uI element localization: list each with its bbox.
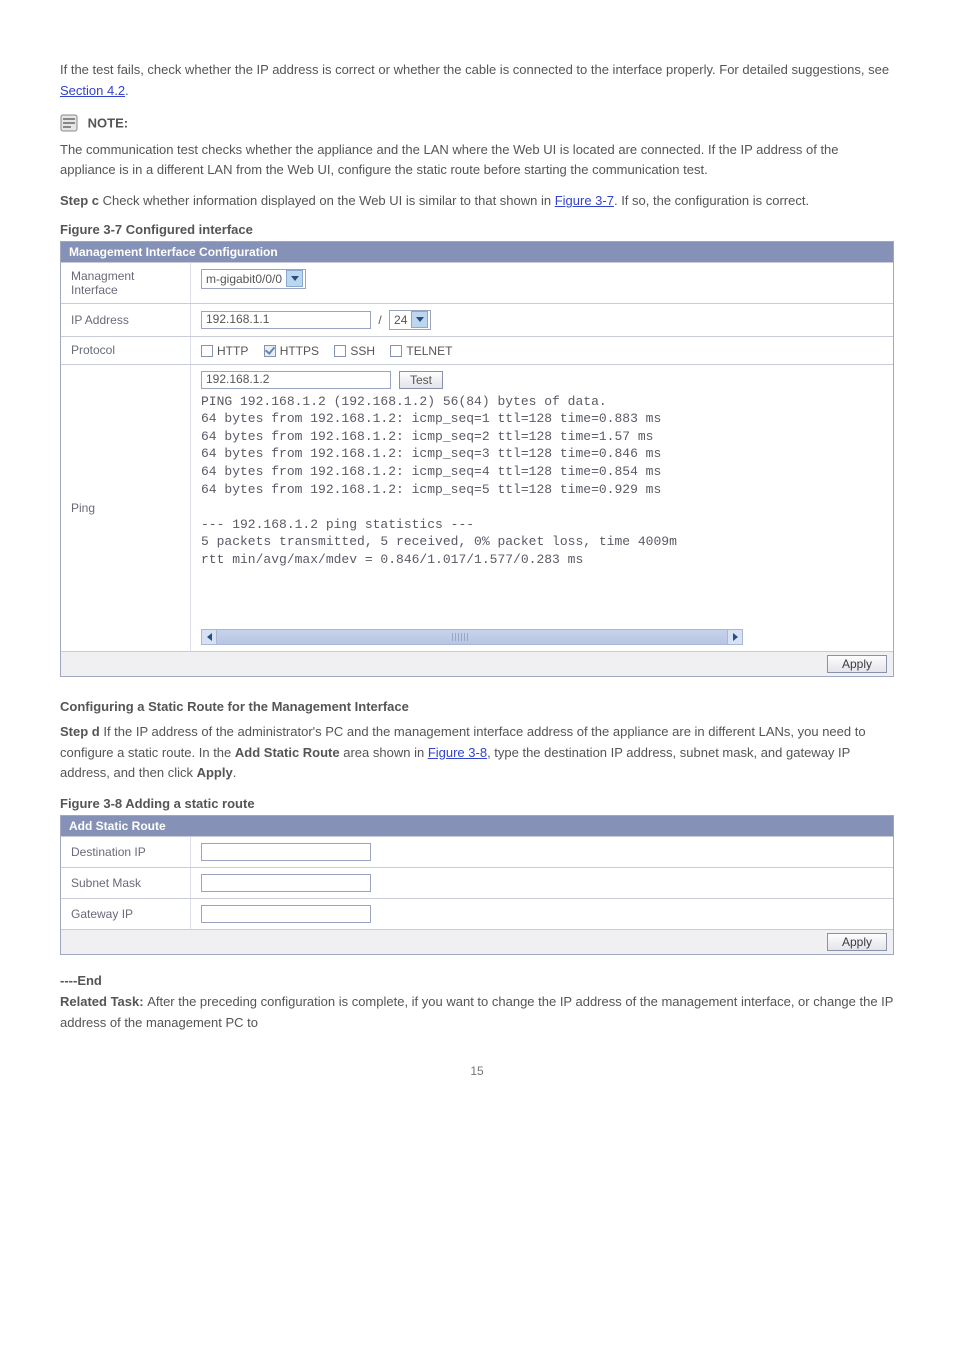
protocol-https[interactable]: HTTPS (264, 344, 319, 358)
link-figure-3-7[interactable]: Figure 3-7 (555, 193, 614, 208)
checkbox-icon (201, 345, 213, 357)
end-marker: ----End (60, 973, 894, 988)
static-route-apply-button[interactable]: Apply (827, 933, 887, 951)
bold-add-static-route: Add Static Route (235, 745, 340, 760)
ip-address-input[interactable]: 192.168.1.1 (201, 311, 371, 329)
static-route-title: Add Static Route (61, 816, 893, 836)
protocol-ssh[interactable]: SSH (334, 344, 375, 358)
ping-output: PING 192.168.1.2 (192.168.1.2) 56(84) by… (201, 393, 739, 623)
label-ip-address: IP Address (61, 304, 191, 336)
figure-3-7-caption: Figure 3-7 Configured interface (60, 222, 894, 237)
step-c: Step c Check whether information display… (60, 191, 894, 212)
horizontal-scrollbar[interactable] (201, 629, 743, 645)
step-d: Step d If the IP address of the administ… (60, 722, 894, 784)
checkbox-checked-icon (264, 345, 276, 357)
label-subnet-mask: Subnet Mask (61, 868, 191, 898)
label-gateway-ip: Gateway IP (61, 899, 191, 929)
note-block: NOTE: (60, 114, 894, 132)
mgmt-interface-panel: Management Interface Configuration Manag… (60, 241, 894, 677)
chevron-down-icon (286, 270, 303, 287)
mgmt-apply-button[interactable]: Apply (827, 655, 887, 673)
ping-ip-input[interactable]: 192.168.1.2 (201, 371, 391, 389)
mask-select[interactable]: 24 (389, 310, 431, 330)
destination-ip-input[interactable] (201, 843, 371, 861)
related-task: Related Task: After the preceding config… (60, 992, 894, 1034)
label-mgmt-interface: Managment Interface (61, 263, 191, 303)
label-ping: Ping (61, 365, 191, 651)
mask-separator: / (378, 313, 381, 327)
mgmt-panel-title: Management Interface Configuration (61, 242, 893, 262)
protocol-http[interactable]: HTTP (201, 344, 248, 358)
link-section-4-2[interactable]: Section 4.2 (60, 83, 125, 98)
mgmt-interface-select[interactable]: m-gigabit0/0/0 (201, 269, 306, 289)
link-figure-3-8[interactable]: Figure 3-8 (428, 745, 487, 760)
intro-text: If the test fails, check whether the IP … (60, 60, 894, 102)
label-destination-ip: Destination IP (61, 837, 191, 867)
chevron-right-icon (733, 633, 738, 641)
checkbox-icon (334, 345, 346, 357)
scroll-right-button[interactable] (727, 629, 743, 645)
checkbox-icon (390, 345, 402, 357)
subnet-mask-input[interactable] (201, 874, 371, 892)
note-icon (60, 114, 78, 132)
note-label: NOTE: (88, 115, 128, 130)
page-number: 15 (60, 1064, 894, 1078)
gateway-ip-input[interactable] (201, 905, 371, 923)
chevron-left-icon (207, 633, 212, 641)
bold-apply: Apply (197, 765, 233, 780)
scroll-left-button[interactable] (201, 629, 217, 645)
scroll-grip-icon (452, 633, 468, 641)
label-protocol: Protocol (61, 337, 191, 364)
figure-3-8-caption: Figure 3-8 Adding a static route (60, 796, 894, 811)
chevron-down-icon (411, 311, 428, 328)
static-route-heading: Configuring a Static Route for the Manag… (60, 699, 894, 714)
note-text: The communication test checks whether th… (60, 140, 894, 182)
scroll-track[interactable] (217, 629, 727, 645)
protocol-telnet[interactable]: TELNET (390, 344, 452, 358)
test-button[interactable]: Test (399, 371, 443, 389)
add-static-route-panel: Add Static Route Destination IP Subnet M… (60, 815, 894, 955)
